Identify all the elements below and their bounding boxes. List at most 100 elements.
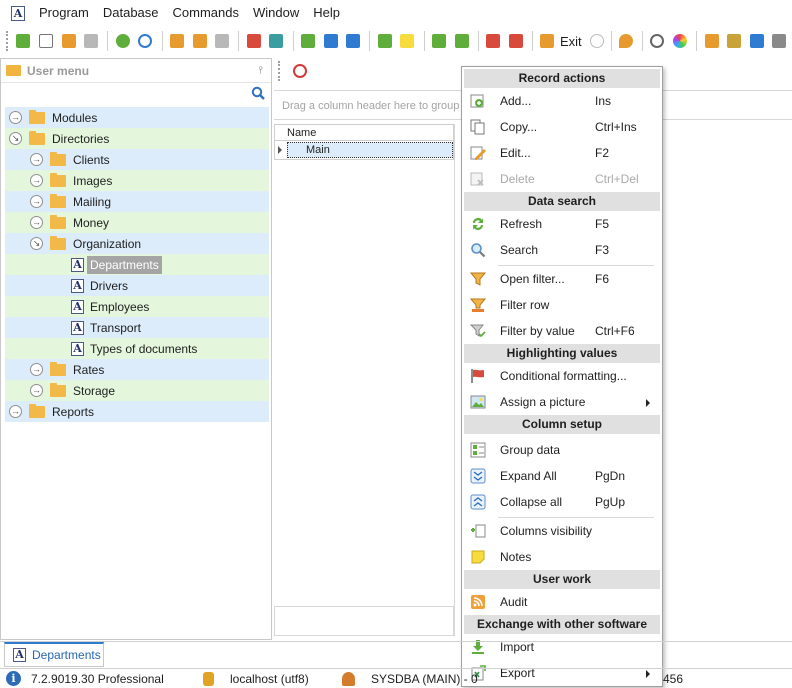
tree-item-label: Organization [73, 236, 142, 251]
close-window-icon [486, 34, 501, 48]
notes-button[interactable] [397, 30, 418, 52]
tree-item-organization[interactable]: ↘ Organization [5, 233, 269, 254]
menu-item-group-data[interactable]: Group data [464, 438, 660, 462]
add-record-button[interactable] [13, 30, 34, 52]
import-button[interactable] [429, 30, 450, 52]
menu-item-audit[interactable]: Audit [464, 590, 660, 614]
tree-item-storage[interactable]: → Storage [5, 380, 269, 401]
rss-icon [470, 594, 486, 610]
menu-item-delete[interactable]: Delete Ctrl+Del [464, 167, 660, 191]
expand-icon[interactable]: → [9, 405, 22, 418]
rss-button[interactable] [701, 30, 722, 52]
expand-icon[interactable]: → [30, 363, 43, 376]
location-button[interactable] [616, 30, 637, 52]
pin-icon[interactable]: ⫯ [259, 65, 263, 76]
tree-item-employees[interactable]: A Employees [5, 296, 269, 317]
tree-item-modules[interactable]: → Modules [5, 107, 269, 128]
menu-item-filter-by-value[interactable]: Filter by value Ctrl+F6 [464, 319, 660, 343]
menu-database[interactable]: Database [96, 0, 166, 26]
menu-item-edit[interactable]: Edit... F2 [464, 141, 660, 165]
close-all-button[interactable] [505, 30, 526, 52]
user-menu-title: User menu [27, 63, 90, 78]
menu-item-assign-picture[interactable]: Assign a picture [464, 390, 660, 414]
tree-item-images[interactable]: → Images [5, 170, 269, 191]
expand-icon[interactable]: → [30, 384, 43, 397]
tree-item-mailing[interactable]: → Mailing [5, 191, 269, 212]
menu-item-add[interactable]: Add... Ins [464, 89, 660, 113]
expand-icon[interactable]: → [30, 174, 43, 187]
menu-help[interactable]: Help [306, 0, 347, 26]
tree-item-money[interactable]: → Money [5, 212, 269, 233]
menu-item-expand-all[interactable]: Expand All PgDn [464, 464, 660, 488]
expand-icon[interactable]: → [30, 153, 43, 166]
settings-button[interactable] [647, 30, 668, 52]
conditional-formatting-button[interactable] [243, 30, 264, 52]
expand-icon[interactable]: → [30, 195, 43, 208]
export-button[interactable] [451, 30, 472, 52]
copy-record-button[interactable] [36, 30, 57, 52]
collapse-all-button[interactable] [343, 30, 364, 52]
column-header-name[interactable]: Name [274, 124, 454, 141]
tree-item-departments[interactable]: A Departments [5, 254, 269, 275]
refresh-icon[interactable] [293, 64, 307, 78]
menu-item-collapse-all[interactable]: Collapse all PgUp [464, 490, 660, 514]
flag-icon [470, 368, 486, 384]
close-window-button[interactable] [483, 30, 504, 52]
expand-icon[interactable]: → [30, 216, 43, 229]
table-cell-name[interactable]: Main [287, 142, 453, 158]
menu-commands[interactable]: Commands [166, 0, 246, 26]
menu-item-conditional-formatting[interactable]: Conditional formatting... [464, 364, 660, 388]
table-row[interactable]: Main [274, 141, 454, 160]
tree-item-reports[interactable]: → Reports [5, 401, 269, 422]
folder-icon [29, 109, 45, 124]
menu-item-copy[interactable]: Copy... Ctrl+Ins [464, 115, 660, 139]
filter-by-value-button[interactable] [212, 30, 233, 52]
collapse-icon[interactable]: ↘ [30, 237, 43, 250]
collapse-icon[interactable]: ↘ [9, 132, 22, 145]
menu-item-columns-visibility[interactable]: Columns visibility [464, 519, 660, 543]
lock-button[interactable] [724, 30, 745, 52]
group-data-button[interactable] [298, 30, 319, 52]
delete-icon [470, 171, 486, 187]
filter-row-button[interactable] [189, 30, 210, 52]
color-scheme-button[interactable] [670, 30, 691, 52]
menu-item-search[interactable]: Search F3 [464, 238, 660, 262]
expand-icon[interactable]: → [9, 111, 22, 124]
edit-record-button[interactable] [58, 30, 79, 52]
tree-item-rates[interactable]: → Rates [5, 359, 269, 380]
info-icon[interactable]: i [6, 671, 21, 686]
tree-item-label: Drivers [90, 278, 128, 293]
search-button[interactable] [135, 30, 156, 52]
menu-item-refresh[interactable]: Refresh F5 [464, 212, 660, 236]
expand-all-button[interactable] [320, 30, 341, 52]
menu-item-filter-row[interactable]: Filter row [464, 293, 660, 317]
users-button[interactable] [747, 30, 768, 52]
tree-item-transport[interactable]: A Transport [5, 317, 269, 338]
menu-item-label: Add... [500, 94, 532, 108]
tree-item-types-of-documents[interactable]: A Types of documents [5, 338, 269, 359]
toolbar-grip[interactable] [6, 31, 9, 51]
exit-button[interactable]: Exit [537, 34, 607, 49]
tab-departments[interactable]: A Departments [4, 642, 104, 667]
folder-open-icon [29, 130, 45, 145]
columns-visibility-button[interactable] [374, 30, 395, 52]
delete-record-button[interactable] [81, 30, 102, 52]
menu-item-label: Conditional formatting... [500, 369, 627, 383]
menu-item-notes[interactable]: Notes [464, 545, 660, 569]
magnifier-icon [470, 242, 486, 258]
tree-item-clients[interactable]: → Clients [5, 149, 269, 170]
tree-item-directories[interactable]: ↘ Directories [5, 128, 269, 149]
open-filter-button[interactable] [167, 30, 188, 52]
magnifier-icon [138, 34, 153, 48]
toolbar-grip[interactable] [278, 61, 281, 81]
tree-item-drivers[interactable]: A Drivers [5, 275, 269, 296]
assign-picture-button[interactable] [266, 30, 287, 52]
menu-window[interactable]: Window [246, 0, 306, 26]
search-icon[interactable] [251, 86, 265, 100]
refresh-button[interactable] [112, 30, 133, 52]
menu-program[interactable]: Program [32, 0, 96, 26]
filter-icon [469, 271, 487, 287]
menu-item-shortcut: F6 [595, 272, 610, 286]
menu-item-open-filter[interactable]: Open filter... F6 [464, 267, 660, 291]
plugin-button[interactable] [769, 30, 790, 52]
